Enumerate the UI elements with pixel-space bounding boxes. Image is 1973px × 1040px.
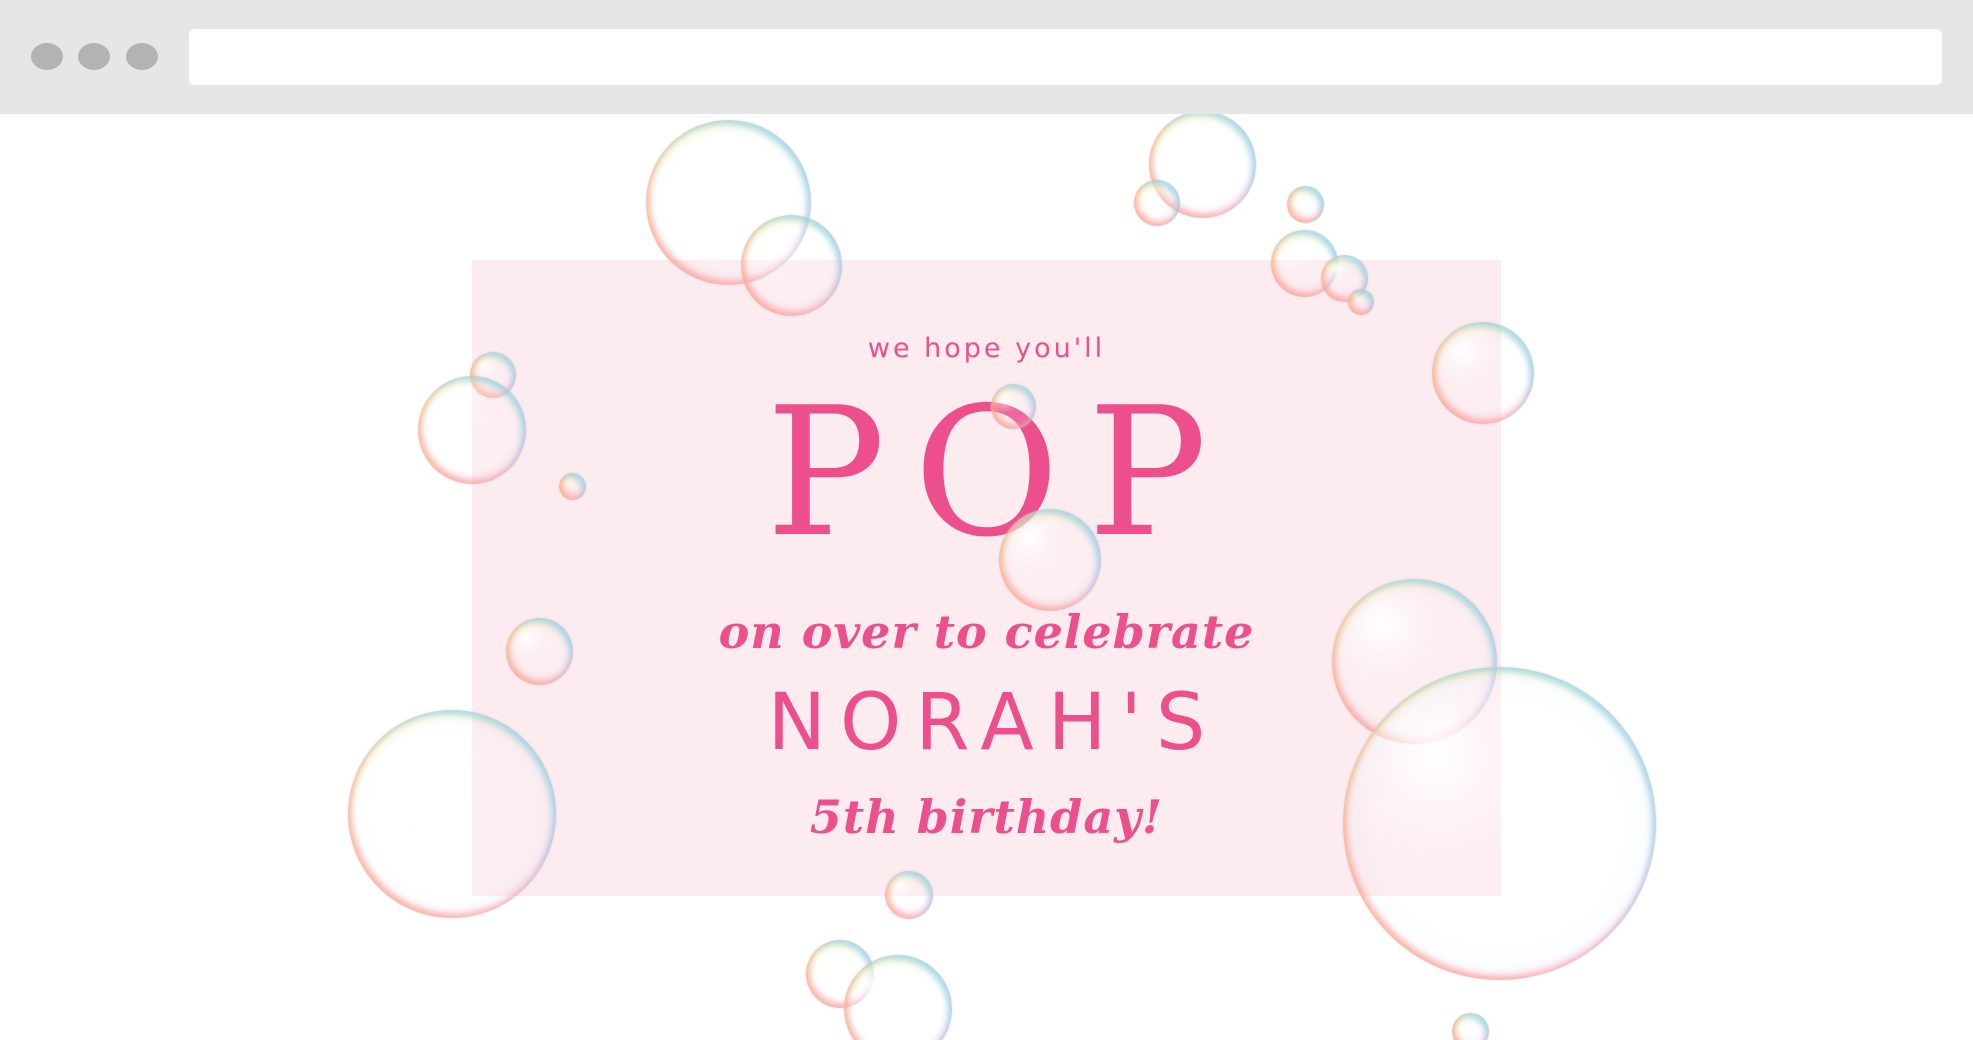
browser-chrome <box>0 0 1973 114</box>
bubble-decoration <box>1452 1013 1489 1040</box>
bubble-decoration <box>806 940 874 1008</box>
bubble-decoration <box>1287 186 1324 223</box>
bubble-decoration <box>844 955 952 1040</box>
window-maximize-dot[interactable] <box>126 43 158 70</box>
occasion-text: 5th birthday! <box>809 790 1164 844</box>
window-minimize-dot[interactable] <box>78 43 110 70</box>
window-close-dot[interactable] <box>31 43 63 70</box>
page-viewport: we hope you'll POP on over to celebrate … <box>0 114 1973 1040</box>
celebrate-text: on over to celebrate <box>718 605 1255 659</box>
invitation-card: we hope you'll POP on over to celebrate … <box>472 260 1501 896</box>
bubble-decoration <box>1149 114 1256 218</box>
intro-text: we hope you'll <box>867 333 1106 364</box>
headline-text: POP <box>765 369 1236 576</box>
name-text: NORAH'S <box>767 678 1220 768</box>
address-bar[interactable] <box>189 29 1942 85</box>
bubble-decoration <box>1134 180 1180 226</box>
